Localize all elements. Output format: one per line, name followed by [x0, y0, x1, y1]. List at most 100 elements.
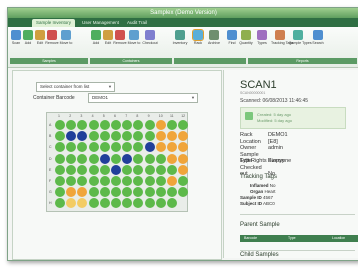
plate-well-F6[interactable]: [111, 176, 121, 186]
plate-well-C11[interactable]: [167, 142, 177, 153]
plate-well-E10[interactable]: [155, 164, 166, 175]
ribbon-button-types[interactable]: Types: [256, 30, 268, 45]
plate-well-D3[interactable]: [77, 153, 88, 164]
ribbon-button-search[interactable]: Search: [312, 30, 324, 45]
ribbon-button-move-to[interactable]: Move to: [60, 30, 72, 45]
plate-well-C3[interactable]: [77, 142, 88, 153]
plate-well-A10[interactable]: [155, 120, 166, 130]
plate-well-B2[interactable]: [66, 131, 77, 142]
plate-well-E5[interactable]: [99, 164, 110, 175]
plate-well-E12[interactable]: [178, 164, 189, 175]
plate-well-G11[interactable]: [167, 187, 177, 198]
ribbon-button-move-to[interactable]: Move to: [128, 30, 140, 45]
plate-well-F3[interactable]: [77, 176, 88, 186]
plate-well-H5[interactable]: [99, 198, 110, 209]
plate-well-F5[interactable]: [99, 176, 110, 186]
tab-user-management[interactable]: User Management: [78, 19, 123, 27]
plate-well-E9[interactable]: [144, 164, 155, 175]
ribbon-button-inventory[interactable]: Inventory: [173, 30, 187, 45]
plate-well-D6[interactable]: [111, 153, 121, 164]
plate-well-G9[interactable]: [144, 187, 155, 198]
plate-well-H7[interactable]: [122, 198, 133, 209]
plate-well-C2[interactable]: [66, 142, 77, 153]
plate-well-A7[interactable]: [122, 120, 133, 130]
plate-well-B8[interactable]: [133, 131, 144, 142]
plate-well-D7[interactable]: [122, 153, 133, 164]
plate-well-F11[interactable]: [167, 176, 177, 186]
plate-well-C8[interactable]: [133, 142, 144, 153]
plate-well-H3[interactable]: [77, 198, 88, 209]
container-select[interactable]: Select container from list ▼: [36, 82, 115, 92]
plate-well-G3[interactable]: [77, 187, 88, 198]
plate-well-B3[interactable]: [77, 131, 88, 142]
plate-well-D12[interactable]: [178, 153, 189, 164]
plate-well-A11[interactable]: [167, 120, 177, 130]
plate-well-C12[interactable]: [178, 142, 189, 153]
ribbon-button-tracking-tags[interactable]: Tracking Tags: [271, 30, 293, 45]
plate-well-C6[interactable]: [111, 142, 121, 153]
ribbon-button-checkout[interactable]: Checkout: [142, 30, 158, 45]
plate-well-A3[interactable]: [77, 120, 88, 130]
plate-well-H11[interactable]: [167, 198, 177, 209]
plate-well-H1[interactable]: [55, 198, 65, 209]
plate-well-C9[interactable]: [144, 142, 155, 153]
plate-well-C10[interactable]: [155, 142, 166, 153]
plate-well-B7[interactable]: [122, 131, 133, 142]
plate-well-A6[interactable]: [111, 120, 121, 130]
plate-well-D8[interactable]: [133, 153, 144, 164]
plate-well-F9[interactable]: [144, 176, 155, 186]
plate-well-F4[interactable]: [88, 176, 99, 186]
plate-well-B11[interactable]: [167, 131, 177, 142]
plate-well-A8[interactable]: [133, 120, 144, 130]
plate-well-B10[interactable]: [155, 131, 166, 142]
plate-well-G5[interactable]: [99, 187, 110, 198]
plate-well-A2[interactable]: [66, 120, 77, 130]
plate-well-H8[interactable]: [133, 198, 144, 209]
plate-well-E7[interactable]: [122, 164, 133, 175]
plate-well-B4[interactable]: [88, 131, 99, 142]
plate-well-D10[interactable]: [155, 153, 166, 164]
plate-well-G7[interactable]: [122, 187, 133, 198]
plate-well-C7[interactable]: [122, 142, 133, 153]
plate-well-E8[interactable]: [133, 164, 144, 175]
plate-well-E6[interactable]: [111, 164, 121, 175]
plate-well-B12[interactable]: [178, 131, 189, 142]
ribbon-button-rack[interactable]: Rack: [192, 29, 204, 45]
ribbon-button-quantity[interactable]: Quantity: [239, 30, 253, 45]
column-header-location[interactable]: Location: [332, 235, 345, 242]
ribbon-button-archive[interactable]: Archive: [208, 30, 220, 45]
plate-well-F1[interactable]: [55, 176, 65, 186]
plate-well-B1[interactable]: [55, 131, 65, 142]
plate-well-E1[interactable]: [55, 164, 65, 175]
plate-well-B5[interactable]: [99, 131, 110, 142]
plate-well-A9[interactable]: [144, 120, 155, 130]
plate-well-D9[interactable]: [144, 153, 155, 164]
plate-well-F8[interactable]: [133, 176, 144, 186]
plate-well-G4[interactable]: [88, 187, 99, 198]
plate-well-B6[interactable]: [111, 131, 121, 142]
container-barcode-select[interactable]: DEMO1 ▼: [88, 93, 198, 103]
plate-well-C4[interactable]: [88, 142, 99, 153]
plate-well-F10[interactable]: [155, 176, 166, 186]
plate-well-H6[interactable]: [111, 198, 121, 209]
tab-sample-inventory[interactable]: Sample Inventory: [32, 19, 76, 27]
plate-well-D5[interactable]: [99, 153, 110, 164]
plate-well-A4[interactable]: [88, 120, 99, 130]
plate-well-G10[interactable]: [155, 187, 166, 198]
plate-well-G6[interactable]: [111, 187, 121, 198]
plate-well-H4[interactable]: [88, 198, 99, 209]
plate-well-G8[interactable]: [133, 187, 144, 198]
plate-well-D4[interactable]: [88, 153, 99, 164]
plate-well-E4[interactable]: [88, 164, 99, 175]
plate-well-G12[interactable]: [178, 187, 189, 198]
plate-well-F12[interactable]: [178, 176, 189, 186]
plate-well-F2[interactable]: [66, 176, 77, 186]
column-header-barcode[interactable]: Barcode: [244, 235, 257, 242]
plate-well-D1[interactable]: [55, 153, 65, 164]
plate-well-D2[interactable]: [66, 153, 77, 164]
plate-well-A5[interactable]: [99, 120, 110, 130]
plate-well-C1[interactable]: [55, 142, 65, 153]
plate-well-E2[interactable]: [66, 164, 77, 175]
plate-well-G2[interactable]: [66, 187, 77, 198]
column-header-type[interactable]: Type: [288, 235, 296, 242]
